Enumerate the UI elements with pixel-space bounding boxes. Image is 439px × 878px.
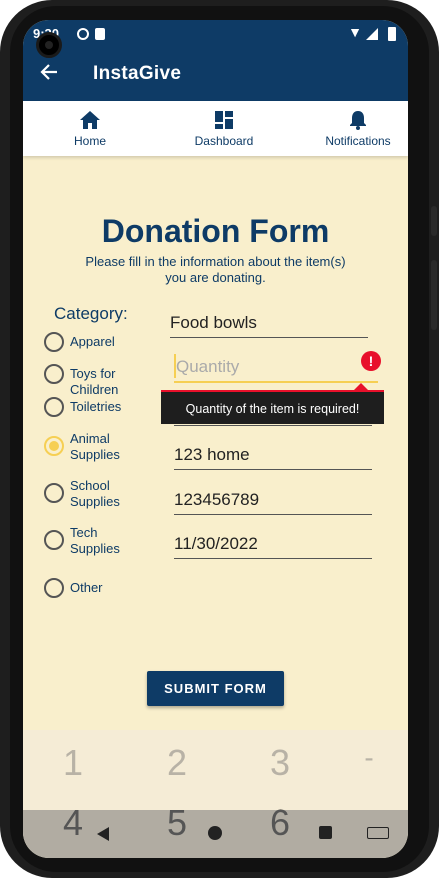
key-3[interactable]: 3 — [250, 742, 310, 784]
radio-label: Other — [70, 580, 103, 595]
tab-home[interactable]: Home — [35, 101, 145, 156]
radio-circle[interactable] — [44, 332, 64, 352]
bell-icon — [350, 111, 366, 130]
radio-circle[interactable] — [44, 483, 64, 503]
wifi-icon: ▼ — [348, 24, 362, 40]
submit-form-button[interactable]: SUBMIT FORM — [147, 671, 284, 706]
item-name-value: Food bowls — [170, 313, 257, 332]
hidden-field[interactable] — [174, 390, 372, 426]
error-icon: ! — [361, 351, 381, 371]
quantity-placeholder: Quantity — [176, 357, 240, 376]
keyboard-icon[interactable] — [367, 827, 389, 839]
key-1[interactable]: 1 — [43, 742, 103, 784]
radio-circle-selected[interactable] — [44, 436, 64, 456]
phone-frame: 9:30 ▼ InstaGive Home — [0, 0, 439, 878]
key-2[interactable]: 2 — [147, 742, 207, 784]
notification-icon — [77, 28, 89, 40]
address-value: 123 home — [174, 445, 250, 464]
app-title: InstaGive — [93, 63, 182, 84]
status-bar: 9:30 ▼ — [33, 24, 396, 44]
battery-icon — [388, 27, 396, 41]
home-icon — [80, 111, 100, 129]
radio-circle[interactable] — [44, 530, 64, 550]
phone-value: 123456789 — [174, 490, 260, 509]
back-arrow-icon[interactable] — [39, 62, 59, 82]
nav-back-icon[interactable] — [97, 827, 109, 841]
volume-button — [431, 206, 437, 236]
radio-label: Apparel — [70, 334, 115, 349]
tab-home-label: Home — [73, 134, 106, 148]
screen: 9:30 ▼ InstaGive Home — [23, 20, 408, 858]
radio-circle[interactable] — [44, 578, 64, 598]
tab-dashboard[interactable]: Dashboard — [169, 101, 279, 156]
date-value: 11/30/2022 — [174, 534, 258, 553]
sd-card-icon — [95, 28, 105, 40]
tab-dashboard-label: Dashboard — [194, 134, 254, 148]
date-field[interactable]: 11/30/2022 — [174, 523, 372, 559]
key-minus[interactable]: - — [339, 742, 399, 774]
signal-icon — [366, 28, 378, 40]
radio-label: Tech Supplies — [70, 525, 120, 556]
power-button — [431, 260, 437, 330]
radio-label: School Supplies — [70, 478, 120, 509]
page-subtitle: Please fill in the information about the… — [85, 254, 346, 285]
phone-field[interactable]: 123456789 — [174, 479, 372, 515]
tab-notifications[interactable]: Notifications — [303, 101, 408, 156]
radio-label: Toiletries — [70, 399, 122, 414]
radio-circle[interactable] — [44, 364, 64, 384]
camera-cutout — [36, 32, 62, 58]
system-nav-bar — [23, 810, 408, 858]
radio-label: Animal Supplies — [70, 431, 120, 462]
nav-home-icon[interactable] — [208, 826, 222, 840]
app-bar: 9:30 ▼ InstaGive — [23, 20, 408, 101]
tab-bar: Home Dashboard Notifications — [23, 101, 408, 156]
item-name-field[interactable]: Food bowls — [170, 302, 368, 338]
category-label: Category: — [54, 304, 128, 323]
radio-circle[interactable] — [44, 397, 64, 417]
tab-notifications-label: Notifications — [325, 134, 391, 148]
address-field[interactable]: 123 home — [174, 434, 372, 470]
quantity-field[interactable]: Quantity ! — [174, 347, 381, 383]
page-title: Donation Form — [101, 213, 330, 249]
radio-label: Toys for Children — [70, 366, 119, 397]
dashboard-icon — [215, 111, 233, 129]
nav-recents-icon[interactable] — [319, 826, 332, 839]
